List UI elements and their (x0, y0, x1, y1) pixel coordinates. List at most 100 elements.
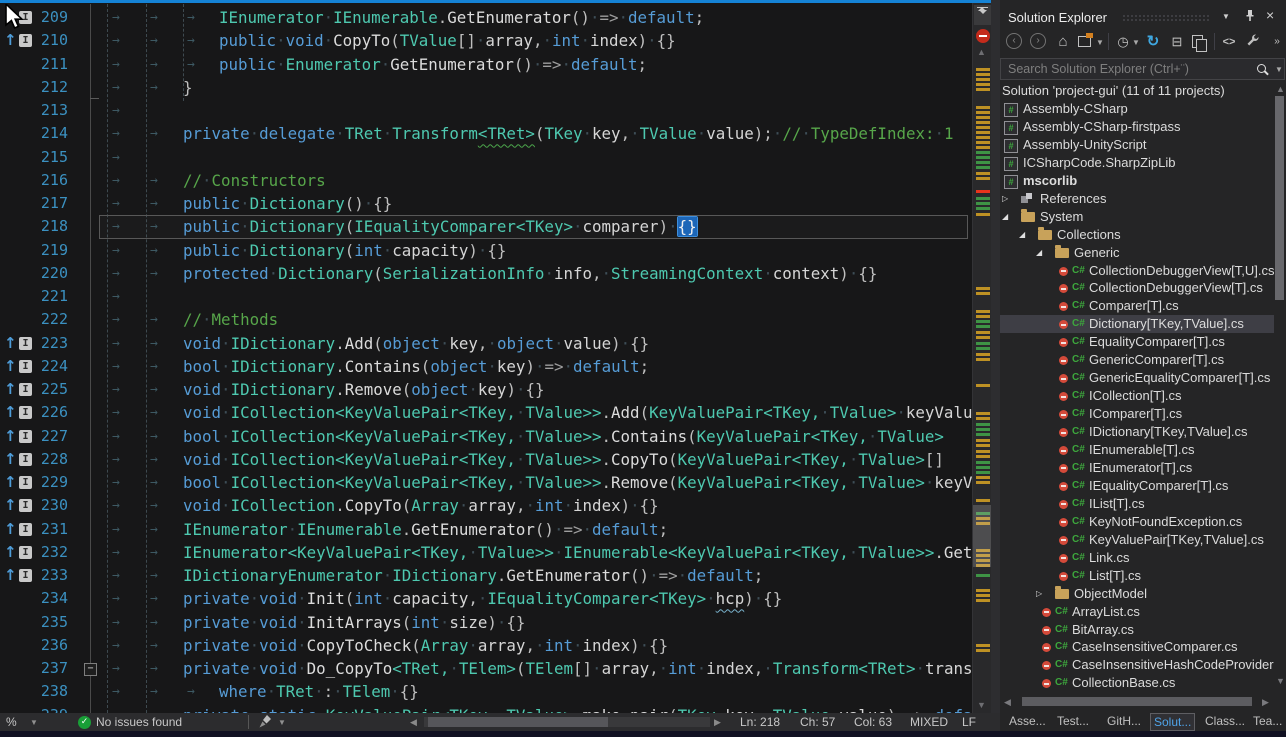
code-line-216[interactable]: 216→→//·Constructors (0, 169, 972, 193)
back-icon[interactable]: ‹ (1006, 33, 1022, 49)
line-indicator[interactable]: Ln: 218 (740, 715, 780, 729)
tree-hscroll-right-arrow[interactable]: ▶ (1262, 697, 1269, 708)
code-line-214[interactable]: 214→→private·delegate·TRet·Transform<TRe… (0, 122, 972, 146)
code-line-232[interactable]: ↑I232→→IEnumerator<KeyValuePair<TKey,·TV… (0, 541, 972, 565)
search-icon[interactable] (1257, 64, 1266, 73)
pending-changes-filter-icon[interactable]: ◷ (1114, 33, 1132, 51)
tree-item[interactable]: C#GenericEqualityComparer[T].cs (1000, 369, 1274, 387)
tree-item[interactable]: C#CaseInsensitiveHashCodeProvider.cs (1000, 656, 1274, 674)
code-line-225[interactable]: ↑I225→→void·IDictionary.Remove(object·ke… (0, 378, 972, 402)
tree-item[interactable]: C#CaseInsensitiveComparer.cs (1000, 638, 1274, 656)
tree-hscrollbar-thumb[interactable] (1022, 697, 1252, 706)
tree-item[interactable]: #ICSharpCode.SharpZipLib (1000, 154, 1274, 172)
tree-item[interactable]: C#ArrayList.cs (1000, 603, 1274, 621)
code-line-227[interactable]: ↑I227→→bool·ICollection<KeyValuePair<TKe… (0, 425, 972, 449)
code-line-239[interactable]: 239→→private·static·KeyValuePair<TKey,·T… (0, 704, 972, 714)
search-dropdown-caret[interactable]: ▼ (1275, 65, 1283, 74)
code-line-215[interactable]: 215→ (0, 146, 972, 170)
tree-item[interactable]: ▷References (1000, 190, 1274, 208)
panel-tab-test[interactable]: Test... (1054, 713, 1092, 729)
panel-splitter[interactable] (991, 0, 1000, 731)
properties-wrench-icon[interactable] (1244, 33, 1262, 51)
tree-scroll-up-arrow[interactable]: ▲ (1276, 84, 1285, 94)
code-line-230[interactable]: ↑I230→→void·ICollection.CopyTo(Array·arr… (0, 494, 972, 518)
tree-scrollbar-thumb[interactable] (1275, 96, 1284, 300)
code-line-219[interactable]: 219→→public·Dictionary(int·capacity)·{} (0, 239, 972, 263)
panel-tab-class[interactable]: Class... (1202, 713, 1248, 729)
line-ending-indicator[interactable]: LF (962, 715, 976, 729)
code-line-229[interactable]: ↑I229→→bool·ICollection<KeyValuePair<TKe… (0, 471, 972, 495)
code-line-218[interactable]: 218→→public·Dictionary(IEqualityComparer… (0, 215, 972, 239)
code-line-223[interactable]: ↑I223→→void·IDictionary.Add(object·key,·… (0, 332, 972, 356)
zoom-dropdown-caret[interactable]: ▼ (30, 718, 38, 727)
tree-item[interactable]: C#IEnumerator[T].cs (1000, 459, 1274, 477)
tree-item[interactable]: #Assembly-UnityScript (1000, 136, 1274, 154)
tree-item[interactable]: #mscorlib (1000, 172, 1274, 190)
pin-icon[interactable] (1244, 9, 1256, 25)
sync-dropdown-caret[interactable]: ▼ (1096, 38, 1104, 47)
expanded-arrow-icon[interactable]: ◢ (1019, 226, 1025, 244)
tree-item[interactable]: C#CollectionBase.cs (1000, 674, 1274, 692)
home-icon[interactable]: ⌂ (1054, 33, 1072, 51)
tree-item[interactable]: C#EqualityComparer[T].cs (1000, 333, 1274, 351)
code-line-210[interactable]: ↑I210→→→public·void·CopyTo(TValue[]·arra… (0, 29, 972, 53)
panel-tab-tea[interactable]: Tea... (1250, 713, 1285, 729)
code-line-228[interactable]: ↑I228→→void·ICollection<KeyValuePair<TKe… (0, 448, 972, 472)
code-line-213[interactable]: 213→ (0, 99, 972, 123)
tree-item[interactable]: C#IList[T].cs (1000, 495, 1274, 513)
editor-scrollbar[interactable]: ▲ ▼ (972, 3, 992, 713)
editor-hscroll-left-arrow[interactable]: ◀ (410, 717, 417, 728)
document-health-error-icon[interactable] (976, 29, 990, 43)
tree-item[interactable]: #Assembly-CSharp-firstpass (1000, 118, 1274, 136)
tree-scroll-down-arrow[interactable]: ▼ (1276, 676, 1285, 686)
collapsed-arrow-icon[interactable]: ▷ (1002, 190, 1008, 208)
panel-tab-asse[interactable]: Asse... (1006, 713, 1049, 729)
code-line-226[interactable]: ↑I226→→void·ICollection<KeyValuePair<TKe… (0, 401, 972, 425)
code-line-224[interactable]: ↑I224→→bool·IDictionary.Contains(object·… (0, 355, 972, 379)
expanded-arrow-icon[interactable]: ◢ (1036, 244, 1042, 262)
issues-message[interactable]: No issues found (96, 715, 182, 729)
editor-hscrollbar-thumb[interactable] (428, 717, 608, 727)
tree-item[interactable]: C#List[T].cs (1000, 567, 1274, 585)
code-line-231[interactable]: ↑I231→→IEnumerator·IEnumerable.GetEnumer… (0, 518, 972, 542)
tree-item[interactable]: Solution 'project-gui' (11 of 11 project… (1000, 82, 1274, 100)
scroll-up-arrow[interactable]: ▲ (977, 47, 986, 57)
scroll-down-arrow[interactable]: ▼ (977, 700, 986, 710)
column-indicator[interactable]: Col: 63 (854, 715, 892, 729)
code-line-209[interactable]: ↑I209→→→IEnumerator·IEnumerable.GetEnume… (0, 6, 972, 30)
preview-selected-items-icon[interactable] (1192, 35, 1203, 48)
tree-item[interactable]: ◢System (1000, 208, 1274, 226)
cleanup-dropdown-caret[interactable]: ▼ (278, 718, 286, 727)
tree-item[interactable]: ▷ObjectModel (1000, 585, 1274, 603)
no-issues-icon[interactable]: ✓ (78, 716, 91, 729)
code-line-234[interactable]: 234→→private·void·Init(int·capacity,·IEq… (0, 587, 972, 611)
tree-item[interactable]: C#Comparer[T].cs (1000, 297, 1274, 315)
tree-item[interactable]: C#IEqualityComparer[T].cs (1000, 477, 1274, 495)
tree-item[interactable]: C#Link.cs (1000, 549, 1274, 567)
sync-with-active-document-icon[interactable] (1078, 36, 1091, 47)
tree-item[interactable]: C#Dictionary[TKey,TValue].cs (1000, 315, 1274, 333)
char-indicator[interactable]: Ch: 57 (800, 715, 835, 729)
code-line-233[interactable]: ↑I233→→IDictionaryEnumerator·IDictionary… (0, 564, 972, 588)
code-line-221[interactable]: 221→ (0, 285, 972, 309)
editor-hscroll-right-arrow[interactable]: ▶ (714, 717, 721, 728)
code-line-217[interactable]: 217→→public·Dictionary()·{} (0, 192, 972, 216)
tree-item[interactable]: C#IDictionary[TKey,TValue].cs (1000, 423, 1274, 441)
code-line-235[interactable]: 235→→private·void·InitArrays(int·size)·{… (0, 611, 972, 635)
encoding-indicator[interactable]: MIXED (910, 715, 948, 729)
code-line-211[interactable]: 211→→→public·Enumerator·GetEnumerator()·… (0, 53, 972, 77)
tree-item[interactable]: ◢Collections (1000, 226, 1274, 244)
tree-item[interactable]: ◢Generic (1000, 244, 1274, 262)
search-input[interactable]: Search Solution Explorer (Ctrl+¨) ▼ (1000, 58, 1285, 80)
tree-item[interactable]: C#IComparer[T].cs (1000, 405, 1274, 423)
tree-item[interactable]: C#GenericComparer[T].cs (1000, 351, 1274, 369)
code-cleanup-broom-icon[interactable] (258, 714, 273, 732)
collapsed-arrow-icon[interactable]: ▷ (1036, 585, 1042, 603)
panel-tab-solut[interactable]: Solut... (1150, 713, 1195, 731)
code-line-237[interactable]: 237→→−private·void·Do_CopyTo<TRet,·TElem… (0, 657, 972, 681)
tree-item[interactable]: C#CollectionDebuggerView[T].cs (1000, 279, 1274, 297)
scrollbar-thumb[interactable] (973, 505, 992, 567)
tree-item[interactable]: #Assembly-CSharp (1000, 100, 1274, 118)
toolbar-overflow-icon[interactable]: » (1268, 33, 1286, 51)
close-icon[interactable]: × (1266, 7, 1274, 23)
